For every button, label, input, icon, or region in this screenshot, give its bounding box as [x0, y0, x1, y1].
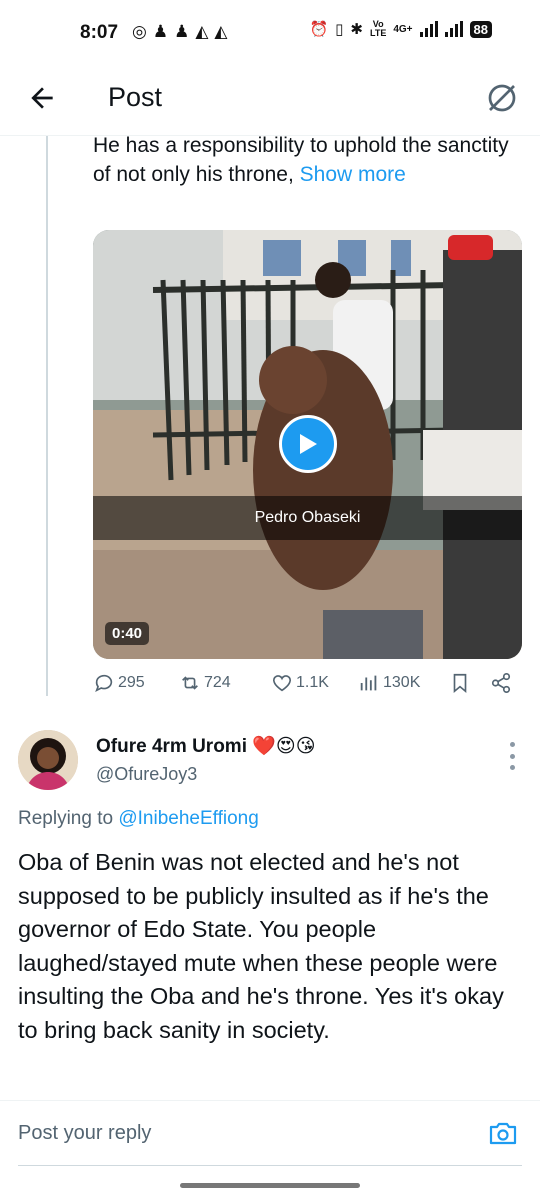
like-count: 1.1K: [296, 674, 329, 691]
alarm-icon: ⏰: [309, 21, 329, 38]
camera-icon[interactable]: [488, 1119, 518, 1147]
whatsapp-icon: ◎: [132, 22, 147, 41]
views-button[interactable]: 130K: [358, 672, 420, 694]
back-arrow-icon[interactable]: [26, 82, 58, 114]
repost-count: 724: [204, 674, 231, 691]
network-type: 4G+: [393, 23, 413, 35]
author-handle[interactable]: @OfureJoy3: [96, 764, 197, 785]
vibrate-icon: ▯: [335, 21, 344, 38]
replying-prefix: Replying to: [18, 808, 119, 829]
volte-icon: Vo LTE: [370, 19, 387, 38]
thread-connector-line: [46, 136, 48, 696]
views-count: 130K: [383, 674, 421, 691]
avatar[interactable]: [18, 730, 78, 790]
reply-body: Oba of Benin was not elected and he's no…: [18, 849, 504, 1043]
reply-composer: [0, 1100, 540, 1168]
reply-button[interactable]: 295: [93, 672, 145, 694]
notification-icons: ◎ ♟ ♟ ◭ ◭: [132, 22, 228, 42]
play-icon: [300, 434, 317, 454]
battery-level: 88: [469, 20, 492, 38]
avatar-image: [18, 730, 78, 790]
views-icon: [360, 675, 377, 691]
reply-count: 295: [118, 674, 145, 691]
reply-input[interactable]: [18, 1117, 458, 1149]
grok-icon[interactable]: [484, 80, 520, 116]
signal-icon: [444, 21, 463, 37]
play-button[interactable]: [279, 415, 337, 473]
snapchat-icon: ♟: [174, 22, 190, 41]
home-indicator[interactable]: [180, 1183, 360, 1188]
replying-to-mention[interactable]: @InibeheEffiong: [118, 808, 258, 829]
share-icon[interactable]: [490, 672, 512, 694]
video-caption: Pedro Obaseki: [93, 496, 522, 540]
more-options-icon[interactable]: [510, 742, 518, 770]
show-more-link[interactable]: Show more: [300, 163, 406, 186]
bluetooth-icon: ✱: [350, 21, 363, 38]
status-bar: 8:07 ◎ ♟ ♟ ◭ ◭ ⏰ ▯ ✱ Vo LTE 4G+ 88: [0, 0, 540, 62]
gamepad-icon: ◭: [195, 22, 209, 41]
post-actions: 295 724 1.1K 130K: [93, 672, 522, 702]
video-player[interactable]: Pedro Obaseki 0:40: [93, 230, 522, 659]
gamepad-icon: ◭: [214, 22, 228, 41]
snapchat-icon: ♟: [152, 22, 169, 41]
page-title: Post: [108, 82, 163, 112]
post-body: He has a responsibility to uphold the sa…: [93, 131, 513, 189]
bookmark-icon[interactable]: [449, 672, 471, 694]
video-duration: 0:40: [105, 622, 150, 645]
status-time: 8:07: [80, 22, 119, 43]
reply-icon: [95, 674, 113, 693]
author-name[interactable]: Ofure 4rm Uromi ❤️😍😘: [96, 734, 316, 758]
repost-button[interactable]: 724: [179, 672, 231, 694]
system-icons: ⏰ ▯ ✱ Vo LTE 4G+ 88: [309, 20, 492, 38]
repost-icon: [182, 676, 198, 690]
heart-icon: [272, 675, 292, 692]
top-app-bar: Post: [0, 62, 540, 136]
like-button[interactable]: 1.1K: [271, 672, 329, 694]
composer-divider: [18, 1165, 522, 1166]
signal-icon: [419, 21, 438, 37]
replying-to: Replying to @InibeheEffiong: [18, 808, 259, 830]
